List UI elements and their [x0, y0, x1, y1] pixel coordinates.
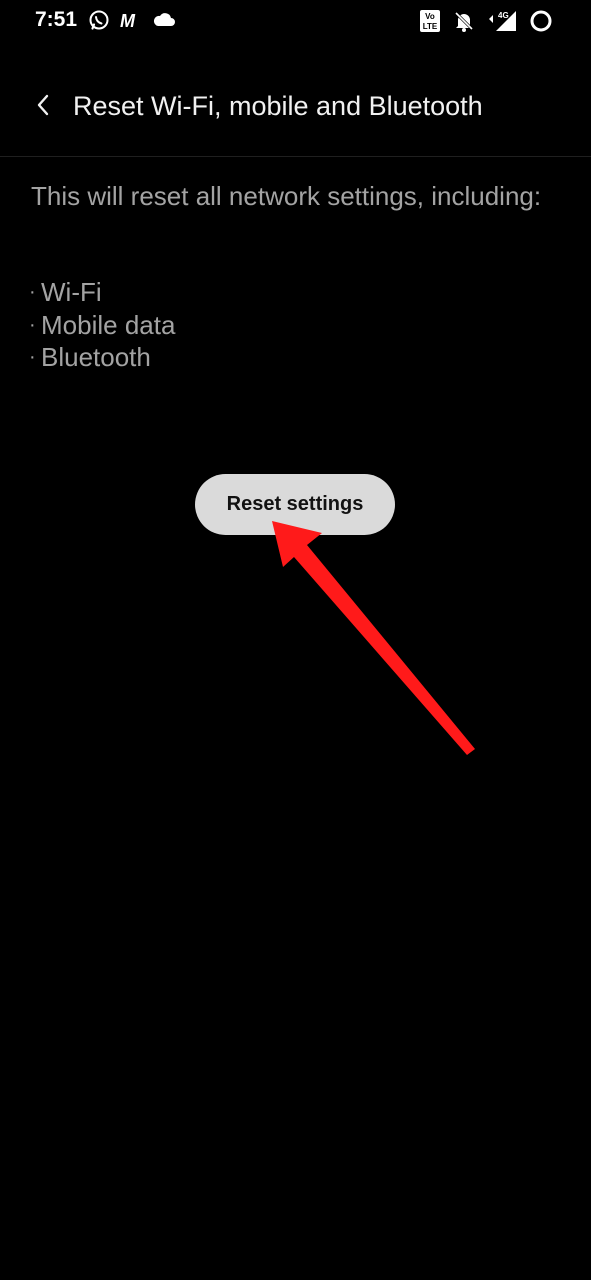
signal-4g-icon: 4G — [487, 10, 517, 32]
list-item-mobile-data: · Mobile data — [29, 309, 175, 342]
app-header: Reset Wi-Fi, mobile and Bluetooth — [0, 78, 591, 138]
list-item-bluetooth: · Bluetooth — [29, 341, 175, 374]
list-item-wifi: · Wi-Fi — [29, 276, 175, 309]
page-title: Reset Wi-Fi, mobile and Bluetooth — [73, 91, 483, 121]
list-bullet: · — [29, 346, 36, 368]
list-item-label: Wi-Fi — [41, 277, 102, 307]
whatsapp-icon — [88, 9, 110, 31]
reset-items-list: · Wi-Fi · Mobile data · Bluetooth — [29, 276, 175, 374]
status-bar: 7:51 M Vo LTE 4G — [0, 0, 591, 44]
cloud-icon — [152, 11, 176, 29]
battery-ring-icon — [529, 9, 553, 33]
volte-text-bottom: LTE — [423, 22, 438, 31]
list-bullet: · — [29, 281, 36, 303]
back-button[interactable] — [28, 92, 58, 122]
status-time: 7:51 — [35, 8, 78, 31]
network-type-label: 4G — [498, 11, 509, 20]
reset-description: This will reset all network settings, in… — [31, 181, 542, 211]
notifications-off-icon — [453, 10, 475, 32]
status-notification-icons: M — [88, 9, 176, 31]
m-app-icon: M — [119, 10, 143, 30]
m-app-label: M — [120, 11, 136, 30]
chevron-left-icon — [35, 93, 51, 122]
volte-icon: Vo LTE — [419, 9, 441, 33]
list-item-label: Mobile data — [41, 309, 176, 340]
list-bullet: · — [29, 313, 36, 336]
reset-settings-button[interactable]: Reset settings — [195, 474, 395, 535]
status-system-icons: Vo LTE 4G — [419, 9, 553, 33]
header-divider — [0, 156, 591, 157]
list-item-label: Bluetooth — [41, 342, 151, 372]
volte-text-top: Vo — [425, 12, 435, 21]
